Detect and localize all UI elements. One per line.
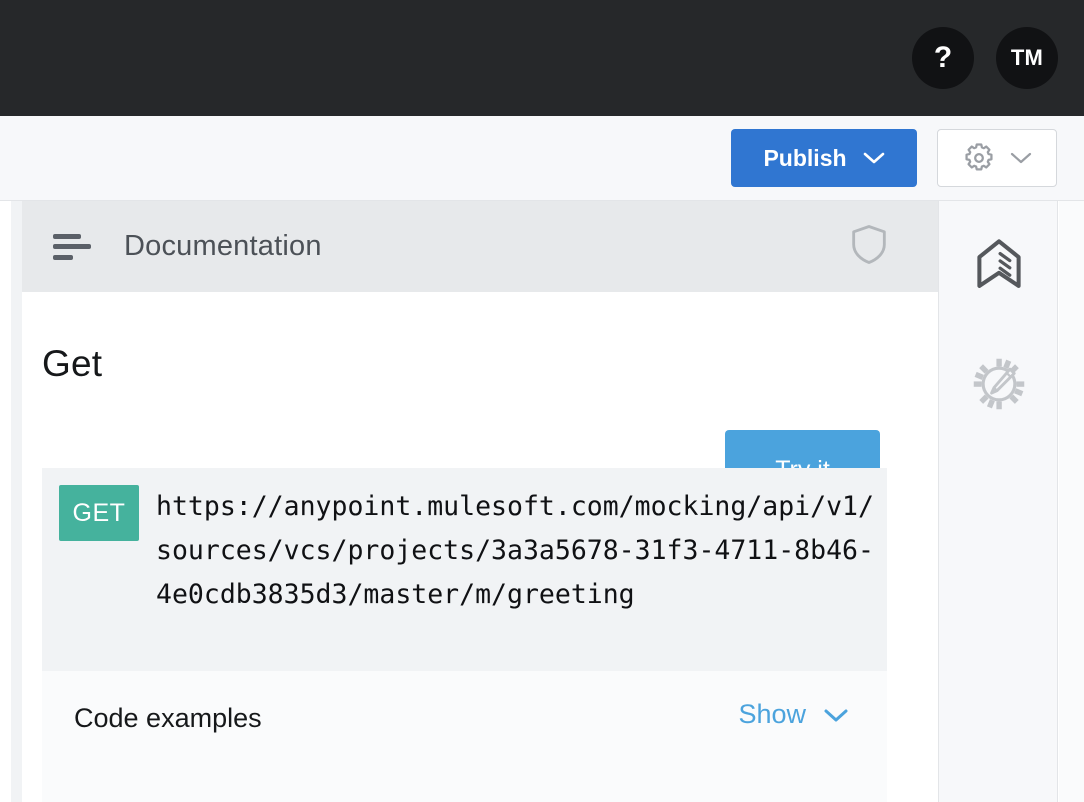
security-button[interactable] — [849, 222, 889, 271]
endpoint-title: Get — [42, 343, 102, 385]
documentation-panel-header: Documentation — [22, 201, 938, 292]
code-examples-toggle-label: Show — [738, 699, 806, 730]
code-examples-label: Code examples — [74, 703, 262, 734]
publish-button-label: Publish — [763, 145, 846, 172]
topbar-actions: ? TM — [912, 0, 1058, 116]
endpoint-header-row: Get Try it — [22, 292, 938, 457]
code-examples-toggle[interactable]: Show — [738, 699, 849, 730]
sidebar-item-edit-settings[interactable] — [939, 324, 1059, 444]
publish-button[interactable]: Publish — [731, 129, 917, 187]
page-title: Documentation — [124, 230, 322, 263]
bookmark-docs-icon — [974, 237, 1024, 291]
hamburger-menu-icon[interactable] — [53, 234, 91, 260]
right-edge-column — [1059, 201, 1084, 802]
app-root: ? TM Publish — [0, 0, 1084, 802]
endpoint-url-block: GET https://anypoint.mulesoft.com/mockin… — [42, 468, 887, 671]
endpoint-url[interactable]: https://anypoint.mulesoft.com/mocking/ap… — [156, 485, 887, 671]
chevron-down-icon — [863, 151, 885, 165]
chevron-down-icon — [1010, 151, 1032, 165]
shield-icon — [849, 222, 889, 266]
help-button[interactable]: ? — [912, 27, 974, 89]
left-edge-strip — [0, 201, 11, 802]
toolbar-actions: Publish — [731, 116, 1057, 200]
settings-dropdown-button[interactable] — [937, 129, 1057, 187]
main-content-area: Documentation Get Try it GET https://any… — [0, 201, 1084, 802]
sidebar-item-documentation[interactable] — [939, 204, 1059, 324]
documentation-panel: Documentation Get Try it GET https://any… — [22, 201, 938, 802]
endpoint-detail: Get Try it GET https://anypoint.mulesoft… — [22, 292, 938, 802]
http-method-badge: GET — [59, 485, 139, 541]
left-gutter — [11, 201, 22, 802]
avatar-initials: TM — [1011, 45, 1043, 71]
avatar[interactable]: TM — [996, 27, 1058, 89]
right-tool-sidebar — [938, 201, 1058, 802]
gear-pencil-icon — [973, 358, 1025, 410]
top-navigation-bar: ? TM — [0, 0, 1084, 116]
gear-icon — [962, 141, 996, 175]
action-toolbar: Publish — [0, 116, 1084, 201]
chevron-down-icon — [823, 707, 849, 723]
code-examples-section: Code examples Show — [42, 671, 887, 802]
question-mark-icon: ? — [934, 41, 952, 75]
